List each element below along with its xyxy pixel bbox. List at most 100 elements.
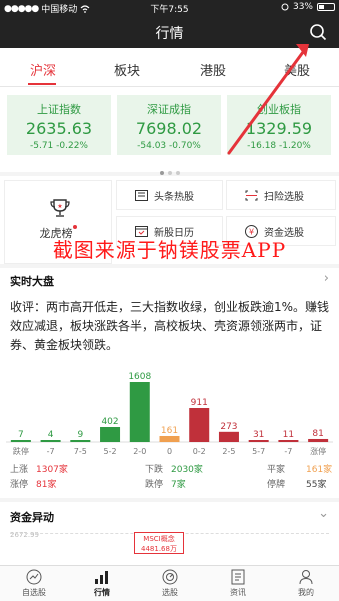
chart-bar bbox=[100, 427, 121, 442]
svg-text:★: ★ bbox=[57, 203, 62, 210]
chart-value-label: 31 bbox=[253, 430, 264, 440]
chart-bar bbox=[40, 440, 61, 442]
trophy-icon: ★ bbox=[50, 199, 70, 217]
chart-bar bbox=[70, 440, 91, 442]
down-value: 2030家 bbox=[171, 465, 203, 475]
index-name: 上证指数 bbox=[37, 103, 81, 116]
limit-up-value: 81家 bbox=[36, 480, 57, 490]
chart-category-label: -7 bbox=[284, 447, 292, 456]
index-value: 2635.63 bbox=[25, 119, 93, 138]
chart-value-label: 11 bbox=[283, 430, 294, 440]
down-label: 下跌 bbox=[145, 465, 164, 475]
hot-stocks-button[interactable]: 头条热股 bbox=[116, 180, 223, 210]
tab-hk-stocks[interactable]: 港股 bbox=[200, 60, 226, 79]
chart-value-label: 7 bbox=[18, 430, 24, 440]
rotation-lock-icon bbox=[281, 3, 289, 11]
index-change: -5.71 -0.22% bbox=[30, 141, 88, 151]
status-bar: ●●●●● 中国移动 下午7:55 33% bbox=[0, 0, 339, 16]
battery-icon bbox=[317, 3, 335, 11]
index-card-chinext[interactable]: 创业板指 1329.59 -16.18 -1.20% bbox=[227, 95, 331, 155]
chart-bar bbox=[248, 440, 269, 442]
nav-label: 我的 bbox=[298, 588, 314, 597]
realtime-market-section: 实时大盘 › 收评：两市高开低走，三大指数收绿，创业板跌逾1%。赚钱效应减退，板… bbox=[0, 268, 339, 498]
chart-category-label: -7 bbox=[47, 447, 55, 456]
up-value: 1307家 bbox=[36, 465, 68, 475]
chart-category-label: 涨停 bbox=[310, 446, 326, 456]
tab-sectors[interactable]: 板块 bbox=[114, 60, 140, 79]
market-tabs: 沪深 板块 港股 美股 bbox=[0, 48, 339, 87]
feature-label: 扫险选股 bbox=[264, 191, 304, 203]
nav-news[interactable]: 资讯 bbox=[213, 569, 263, 598]
index-name: 创业板指 bbox=[257, 103, 301, 116]
nav-market[interactable]: 行情 bbox=[77, 569, 127, 598]
battery-percent: 33% bbox=[292, 2, 313, 12]
index-change: -16.18 -1.20% bbox=[247, 141, 311, 151]
chart-category-label: 2-5 bbox=[222, 447, 235, 456]
user-icon bbox=[299, 570, 313, 585]
index-carousel: 上证指数 2635.63 -5.71 -0.22% 深证成指 7698.02 -… bbox=[0, 87, 339, 175]
chart-category-label: 5-2 bbox=[104, 447, 117, 456]
chevron-down-icon[interactable]: ⌄ bbox=[318, 506, 329, 521]
section-title: 实时大盘 bbox=[10, 275, 54, 288]
stats-row-2: 涨停 81家 跌停 7家 停牌 55家 bbox=[0, 477, 339, 492]
index-name: 深证成指 bbox=[147, 103, 191, 116]
nav-stock-picker[interactable]: 选股 bbox=[145, 569, 195, 598]
chart-value-label: 1608 bbox=[128, 372, 151, 382]
carousel-dot bbox=[167, 171, 172, 175]
nav-profile[interactable]: 我的 bbox=[281, 569, 331, 598]
new-badge-dot bbox=[72, 225, 77, 229]
bottom-nav: 自选股 行情 选股 资讯 我的 bbox=[0, 565, 339, 601]
nav-watchlist[interactable]: 自选股 bbox=[9, 569, 59, 598]
chevron-right-icon[interactable]: › bbox=[324, 271, 329, 286]
index-card-shenzhen[interactable]: 深证成指 7698.02 -54.03 -0.70% bbox=[117, 95, 221, 155]
carousel-dot bbox=[175, 171, 180, 175]
page-title: 行情 bbox=[155, 26, 184, 42]
chart-bar bbox=[189, 408, 210, 442]
fund-tag-amount: 4481.68万 bbox=[141, 545, 177, 553]
bar-chart-icon bbox=[95, 571, 108, 584]
chart-value-label: 402 bbox=[101, 417, 118, 427]
index-value: 7698.02 bbox=[135, 119, 203, 138]
limit-up-label: 涨停 bbox=[10, 480, 29, 490]
chart-value-label: 161 bbox=[161, 426, 178, 436]
scan-icon bbox=[245, 190, 258, 200]
chart-bar bbox=[308, 438, 329, 442]
chart-value-label: 273 bbox=[220, 422, 237, 432]
tab-us-stocks[interactable]: 美股 bbox=[284, 60, 310, 79]
flat-value: 161家 bbox=[306, 465, 333, 475]
watermark-text: 截图来源于钠镁股票APP bbox=[52, 238, 287, 262]
chart-bar bbox=[159, 435, 180, 442]
chart-value-label: 911 bbox=[191, 398, 208, 408]
nav-label: 资讯 bbox=[230, 588, 246, 597]
nav-label: 自选股 bbox=[22, 588, 46, 597]
carousel-dot bbox=[159, 171, 164, 175]
active-tab-underline bbox=[28, 83, 56, 85]
limit-down-value: 7家 bbox=[171, 480, 186, 490]
chart-bar bbox=[218, 431, 239, 442]
tab-shanghai-shenzhen[interactable]: 沪深 bbox=[30, 60, 56, 79]
suspend-label: 停牌 bbox=[267, 480, 286, 490]
chart-category-label: 0 bbox=[167, 447, 172, 456]
index-change: -54.03 -0.70% bbox=[137, 141, 201, 151]
section-title: 资金异动 bbox=[10, 511, 54, 524]
nav-bar: 行情 bbox=[0, 16, 339, 48]
target-icon bbox=[162, 569, 178, 585]
stats-row-1: 上涨 1307家 下跌 2030家 平家 161家 bbox=[0, 462, 339, 477]
up-label: 上涨 bbox=[10, 465, 29, 475]
scan-stock-button[interactable]: 扫险选股 bbox=[226, 180, 336, 210]
limit-down-label: 跌停 bbox=[145, 480, 164, 490]
fund-tag-name: MSCI概念 bbox=[143, 535, 175, 543]
index-card-shanghai[interactable]: 上证指数 2635.63 -5.71 -0.22% bbox=[7, 95, 111, 155]
chart-bar bbox=[10, 440, 31, 442]
chart-category-label: 2-0 bbox=[133, 447, 146, 456]
document-icon bbox=[231, 569, 245, 585]
market-commentary: 收评：两市高开低走，三大指数收绿，创业板跌逾1%。赚钱效应减退，板块涨跌各半，高… bbox=[10, 300, 330, 352]
chart-category-label: 5-7 bbox=[252, 447, 265, 456]
chart-category-label: 0-2 bbox=[193, 447, 206, 456]
fund-event-tag[interactable]: MSCI概念 4481.68万 bbox=[134, 532, 184, 554]
chart-line-icon bbox=[26, 569, 42, 585]
fund-movement-section: 资金异动 ⌄ 2672.99 MSCI概念 4481.68万 bbox=[0, 502, 339, 565]
flat-label: 平家 bbox=[267, 465, 286, 475]
chart-category-label: 7-5 bbox=[74, 447, 87, 456]
search-icon[interactable] bbox=[309, 23, 327, 41]
